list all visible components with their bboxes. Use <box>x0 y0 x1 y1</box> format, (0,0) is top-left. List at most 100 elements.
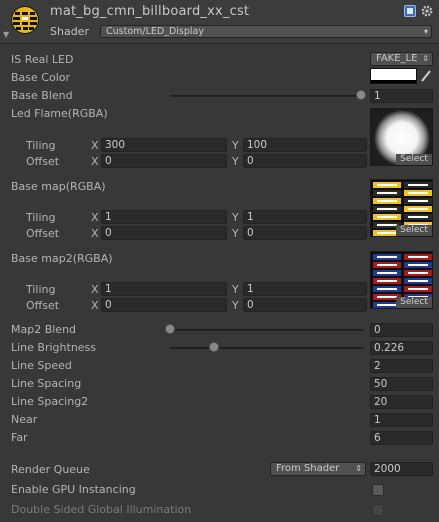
is-real-led-dropdown[interactable]: FAKE_LE ⇕ <box>370 52 433 66</box>
shader-dropdown[interactable]: Custom/LED_Display ▾ <box>100 25 432 38</box>
shader-label: Shader <box>50 25 89 38</box>
base-blend-slider-thumb[interactable] <box>356 90 366 100</box>
texture-tile-stripe <box>377 264 397 266</box>
base-color-swatch[interactable] <box>370 68 417 84</box>
texture-tile-stripe <box>377 296 397 298</box>
texture-tile-stripe <box>377 232 397 234</box>
axis-x-label: X <box>91 155 99 168</box>
base-map2-tiling-label: Tiling <box>26 283 56 296</box>
axis-y-label: Y <box>232 211 239 224</box>
double-sided-gi-label: Double Sided Global Illumination <box>11 503 192 516</box>
base-map-select-button[interactable]: Select <box>396 225 432 236</box>
base-map2-texture-slot[interactable]: Select <box>370 251 433 309</box>
render-queue-field[interactable]: 2000 <box>370 462 433 476</box>
help-book-icon[interactable] <box>404 5 416 17</box>
foldout-arrow-icon[interactable]: ▼ <box>3 30 9 39</box>
material-header: mat_bg_cmn_billboard_xx_cst Shader Custo… <box>0 0 439 44</box>
settings-gear-icon[interactable] <box>421 5 433 17</box>
dropdown-arrow-icon: ▾ <box>423 27 428 36</box>
double-sided-gi-checkbox <box>372 504 384 516</box>
render-queue-dropdown[interactable]: From Shader ⇕ <box>270 462 366 476</box>
line-speed-label: Line Speed <box>11 359 72 372</box>
led-flame-offset-label: Offset <box>26 155 60 168</box>
led-flame-label: Led Flame(RGBA) <box>11 107 108 120</box>
led-flame-tiling-x[interactable]: 300 <box>101 138 227 152</box>
base-map2-tiling-y[interactable]: 1 <box>243 282 367 296</box>
base-blend-field[interactable]: 1 <box>370 89 433 103</box>
axis-y-label: Y <box>232 227 239 240</box>
base-map-tiling-x[interactable]: 1 <box>101 210 227 224</box>
texture-tile-stripe <box>377 216 397 218</box>
line-brightness-field[interactable]: 0.226 <box>370 341 433 355</box>
material-sphere-icon <box>11 6 39 34</box>
line-spacing2-field[interactable]: 20 <box>370 395 433 409</box>
base-map-texture-slot[interactable]: Select <box>370 179 433 237</box>
texture-tile-stripe <box>408 208 428 210</box>
axis-x-label: X <box>91 139 99 152</box>
map2-blend-field[interactable]: 0 <box>370 323 433 337</box>
axis-y-label: Y <box>232 299 239 312</box>
base-map2-select-button[interactable]: Select <box>396 297 432 308</box>
alpha-bar <box>371 80 416 83</box>
texture-tile-stripe <box>408 288 428 290</box>
map2-blend-label: Map2 Blend <box>11 323 77 336</box>
texture-tile-stripe <box>377 272 397 274</box>
led-flame-offset-y[interactable]: 0 <box>243 154 367 168</box>
dropdown-updown-icon: ⇕ <box>422 54 429 63</box>
axis-y-label: Y <box>232 283 239 296</box>
texture-tile-stripe <box>377 256 397 258</box>
render-queue-mode: From Shader <box>276 463 340 474</box>
far-label: Far <box>11 431 28 444</box>
base-map2-offset-y[interactable]: 0 <box>243 298 367 312</box>
base-color-label: Base Color <box>11 71 71 84</box>
texture-tile-stripe <box>377 184 397 186</box>
led-flame-tiling-y[interactable]: 100 <box>243 138 367 152</box>
map2-blend-slider-thumb[interactable] <box>165 324 175 334</box>
near-field[interactable]: 1 <box>370 413 433 427</box>
base-map-offset-label: Offset <box>26 227 60 240</box>
base-blend-label: Base Blend <box>11 89 73 102</box>
texture-tile-stripe <box>377 304 397 306</box>
material-title: mat_bg_cmn_billboard_xx_cst <box>50 4 250 19</box>
base-map2-label: Base map2(RGBA) <box>11 252 113 265</box>
base-map2-offset-label: Offset <box>26 299 60 312</box>
base-map-tiling-y[interactable]: 1 <box>243 210 367 224</box>
led-flame-texture-slot[interactable]: Select <box>370 108 433 166</box>
texture-tile-stripe <box>377 224 397 226</box>
map2-blend-slider-track[interactable] <box>170 329 364 331</box>
gpu-instancing-label: Enable GPU Instancing <box>11 483 136 496</box>
gpu-instancing-checkbox[interactable] <box>372 484 384 496</box>
texture-tile-stripe <box>408 192 428 194</box>
led-flame-tiling-label: Tiling <box>26 139 56 152</box>
texture-tile-stripe <box>408 216 428 218</box>
axis-y-label: Y <box>232 139 239 152</box>
is-real-led-value: FAKE_LE <box>376 53 418 64</box>
far-field[interactable]: 6 <box>370 431 433 445</box>
base-map2-tiling-x[interactable]: 1 <box>101 282 227 296</box>
render-queue-label: Render Queue <box>11 463 90 476</box>
axis-y-label: Y <box>232 155 239 168</box>
line-brightness-slider-track[interactable] <box>170 347 364 349</box>
base-map2-offset-x[interactable]: 0 <box>101 298 227 312</box>
texture-tile-stripe <box>377 200 397 202</box>
base-map-offset-x[interactable]: 0 <box>101 226 227 240</box>
eyedropper-icon[interactable] <box>420 69 432 83</box>
line-spacing2-label: Line Spacing2 <box>11 395 89 408</box>
line-spacing-field[interactable]: 50 <box>370 377 433 391</box>
dropdown-updown-icon: ⇕ <box>355 464 362 473</box>
led-flame-select-button[interactable]: Select <box>396 154 432 165</box>
base-blend-slider-track[interactable] <box>170 95 364 97</box>
line-speed-field[interactable]: 2 <box>370 359 433 373</box>
base-map-offset-y[interactable]: 0 <box>243 226 367 240</box>
texture-tile-stripe <box>377 280 397 282</box>
near-label: Near <box>11 413 38 426</box>
line-brightness-slider-thumb[interactable] <box>208 342 219 352</box>
shader-value: Custom/LED_Display <box>106 26 204 37</box>
line-brightness-label: Line Brightness <box>11 341 97 354</box>
line-spacing-label: Line Spacing <box>11 377 82 390</box>
led-flame-offset-x[interactable]: 0 <box>101 154 227 168</box>
texture-tile-stripe <box>377 208 397 210</box>
base-map-tiling-label: Tiling <box>26 211 56 224</box>
axis-x-label: X <box>91 227 99 240</box>
axis-x-label: X <box>91 211 99 224</box>
